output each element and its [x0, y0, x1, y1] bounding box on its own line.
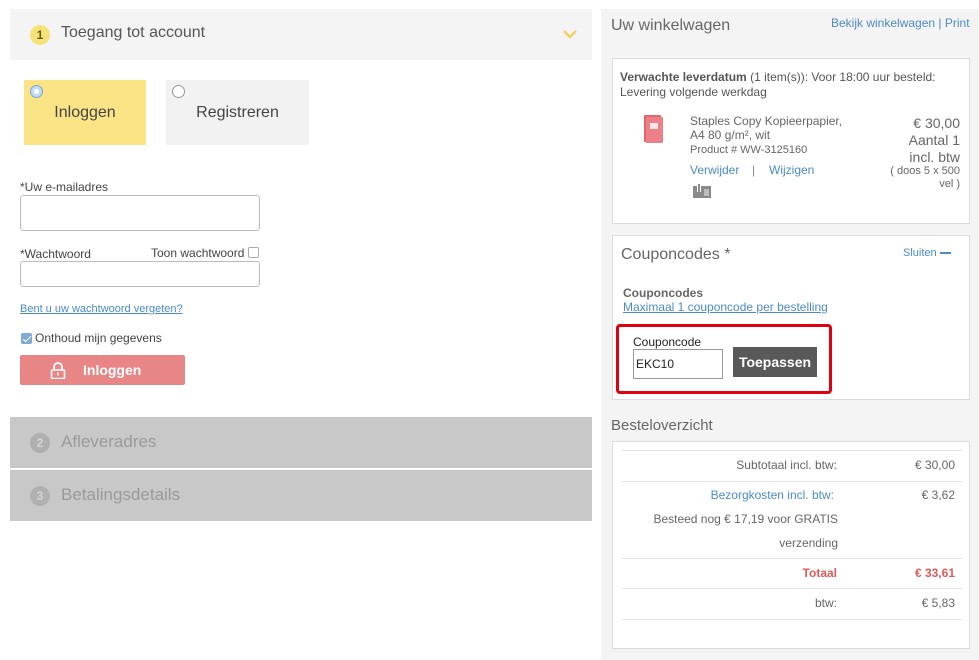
change-item-link[interactable]: Wijzigen	[769, 163, 814, 177]
step-number: 1	[30, 25, 50, 45]
divider	[622, 588, 962, 589]
total-label: Totaal	[802, 566, 837, 580]
free-shipping-note-2: verzending	[779, 536, 838, 550]
step-title: Afleveradres	[61, 432, 157, 451]
tab-login[interactable]: Inloggen	[24, 80, 146, 145]
product-quantity: Aantal 1	[908, 132, 960, 148]
cart-links-separator: |	[938, 16, 942, 30]
delivery-info: Verwachte leverdatum (1 item(s)): Voor 1…	[620, 70, 965, 100]
password-field[interactable]	[20, 261, 260, 287]
step-account-header[interactable]: 1 Toegang tot account	[10, 9, 592, 60]
tab-register[interactable]: Registreren	[166, 80, 309, 145]
step-number: 3	[30, 486, 50, 506]
lock-icon	[50, 362, 66, 379]
divider	[622, 450, 962, 451]
show-password-checkbox[interactable]	[248, 247, 259, 258]
cart-title: Uw winkelwagen	[611, 17, 731, 34]
tab-login-label: Inloggen	[54, 104, 116, 121]
step-title: Toegang tot account	[61, 24, 206, 41]
divider	[622, 619, 962, 620]
password-label: *Wachtwoord	[20, 247, 91, 261]
login-button-label: Inloggen	[83, 362, 142, 378]
subtotal-value: € 30,00	[914, 458, 955, 472]
coupon-close-link[interactable]: Sluiten	[903, 247, 951, 259]
summary-title: Besteloverzicht	[611, 417, 713, 434]
forgot-password-link[interactable]: Bent u uw wachtwoord vergeten?	[20, 303, 183, 315]
vat-label: btw:	[814, 596, 837, 610]
coupon-limit-link[interactable]: Maximaal 1 couponcode per bestelling	[623, 300, 828, 314]
product-pack-size: ( doos 5 x 500 vel )	[890, 165, 960, 190]
item-links-separator: |	[752, 163, 756, 177]
coupon-title: Couponcodes *	[621, 246, 731, 263]
show-password-label: Toon wachtwoord	[151, 246, 245, 260]
cart-links: Bekijk winkelwagen | Print	[831, 16, 970, 30]
product-thumbnail[interactable]	[641, 113, 665, 145]
free-shipping-note: Besteed nog € 17,19 voor GRATIS	[653, 512, 838, 526]
minus-icon	[939, 252, 951, 255]
step-payment-header[interactable]: 3 Betalingsdetails	[10, 470, 592, 521]
box-pack-icon	[693, 184, 711, 198]
email-label: *Uw e-mailadres	[20, 180, 109, 194]
product-price-block: € 30,00 Aantal 1 incl. btw	[880, 115, 960, 166]
chevron-down-icon[interactable]	[562, 29, 578, 39]
coupon-code-label: Couponcode	[633, 335, 702, 349]
delivery-label: Verwachte leverdatum	[620, 70, 747, 84]
view-cart-link[interactable]: Bekijk winkelwagen	[831, 16, 935, 30]
product-price: € 30,00	[913, 115, 960, 131]
print-link[interactable]: Print	[945, 16, 970, 30]
tab-register-label: Registreren	[196, 104, 279, 121]
email-field[interactable]	[20, 195, 260, 231]
product-tax-note: incl. btw	[909, 149, 960, 165]
step-number: 2	[30, 433, 50, 453]
shipping-value: € 3,62	[921, 488, 955, 502]
product-number: Product # WW-3125160	[690, 144, 808, 156]
remove-item-link[interactable]: Verwijder	[690, 163, 739, 177]
step-address-header[interactable]: 2 Afleveradres	[10, 417, 592, 468]
login-button[interactable]: Inloggen	[20, 355, 185, 385]
remember-me-label: Onthoud mijn gegevens	[35, 331, 162, 345]
login-radio[interactable]	[30, 85, 43, 98]
step-title: Betalingsdetails	[61, 485, 181, 504]
coupon-close-label: Sluiten	[903, 247, 937, 259]
coupon-subtitle: Couponcodes	[623, 286, 703, 300]
register-radio[interactable]	[172, 85, 185, 98]
subtotal-label: Subtotaal incl. btw:	[736, 458, 837, 472]
remember-me-checkbox[interactable]	[21, 333, 32, 344]
apply-coupon-button[interactable]: Toepassen	[733, 347, 817, 377]
divider	[622, 558, 962, 559]
product-name[interactable]: Staples Copy Kopieerpapier, A4 80 g/m², …	[690, 114, 855, 142]
total-value: € 33,61	[914, 566, 955, 580]
coupon-code-input[interactable]: EKC10	[633, 349, 723, 379]
shipping-cost-link[interactable]: Bezorgkosten incl. btw:	[620, 488, 834, 502]
vat-value: € 5,83	[921, 596, 955, 610]
divider	[622, 481, 962, 482]
